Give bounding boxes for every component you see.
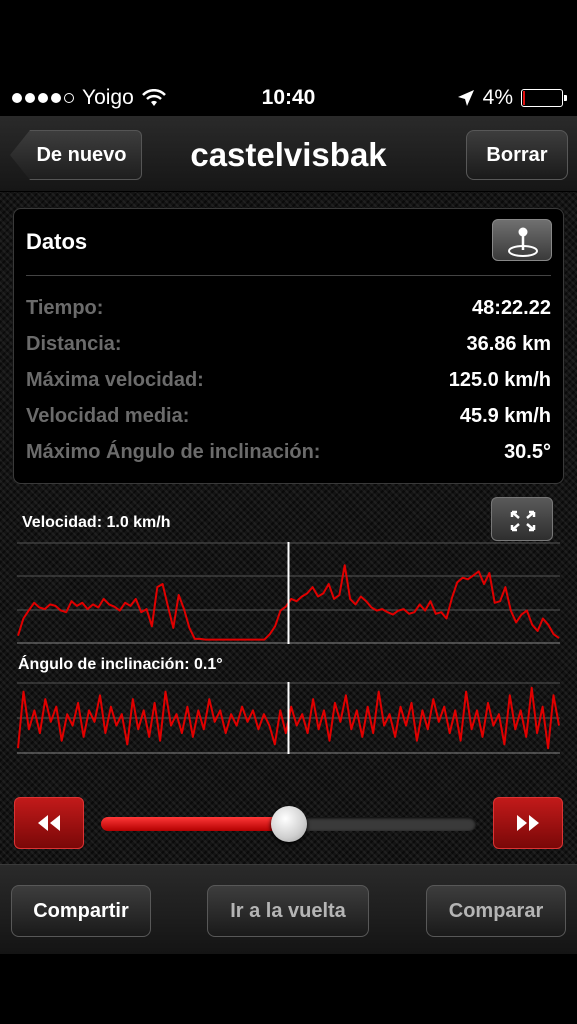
slider-knob[interactable] [270,806,307,842]
data-panel-title: Datos [26,229,88,254]
data-row-label: Velocidad media: [26,405,190,427]
data-row-avg-speed: Velocidad media: 45.9 km/h [26,405,551,433]
data-row-time: Tiempo: 48:22.22 [26,297,551,325]
speed-chart-label: Velocidad: 1.0 km/h [22,514,171,531]
lean-chart-label: Ángulo de inclinación: 0.1° [18,656,223,673]
data-row-value: 48:22.22 [472,297,551,319]
go-to-lap-button[interactable]: Ir a la vuelta [207,885,369,937]
battery-percent: 4% [482,86,513,109]
rewind-icon [38,815,60,831]
data-row-value: 45.9 km/h [459,405,551,427]
data-row-max-speed: Máxima velocidad: 125.0 km/h [26,369,551,397]
navigation-bar: De nuevo castelvisbak Borrar [0,116,577,192]
expand-icon [510,510,536,532]
data-row-label: Tiempo: [26,297,104,319]
divider [26,275,551,276]
delete-button[interactable]: Borrar [466,130,568,180]
data-row-label: Distancia: [26,333,122,355]
data-row-value: 36.86 km [466,333,551,355]
expand-button[interactable] [491,497,553,541]
data-row-label: Máximo Ángulo de inclinación: [26,441,321,463]
fast-forward-icon [517,815,539,831]
compare-button[interactable]: Comparar [426,885,566,937]
data-row-label: Máxima velocidad: [26,369,204,391]
data-panel[interactable]: Datos Tiempo: 48:22.22 Distancia: 36.86 … [13,208,564,484]
data-row-value: 125.0 km/h [448,369,551,391]
battery-icon [521,89,567,107]
playback-slider[interactable] [101,806,476,842]
data-row-value: 30.5° [504,441,551,463]
location-arrow-icon [457,90,474,106]
status-right: 4% [457,86,567,110]
lean-chart[interactable] [17,682,560,754]
data-row-distance: Distancia: 36.86 km [26,333,551,361]
data-row-max-lean: Máximo Ángulo de inclinación: 30.5° [26,441,551,469]
share-button[interactable]: Compartir [11,885,151,937]
slider-fill [101,817,289,831]
joystick-icon [508,227,538,257]
rewind-button[interactable] [14,797,84,849]
speed-chart[interactable] [17,542,560,644]
status-bar: Yoigo 10:40 4% [0,80,577,116]
fast-forward-button[interactable] [493,797,563,849]
bottom-toolbar: Compartir Ir a la vuelta Comparar [0,864,577,954]
map-button[interactable] [492,219,552,261]
